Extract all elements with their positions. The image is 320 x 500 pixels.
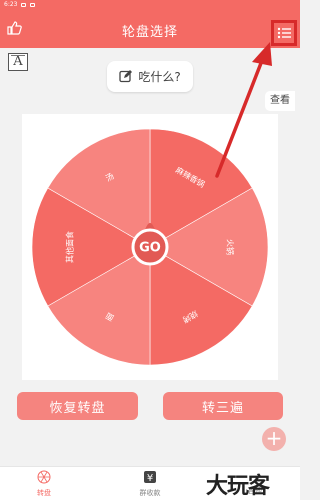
wheel-segment-label: 其他面食 xyxy=(64,231,74,263)
app-bar: 轮盘选择 xyxy=(0,9,300,48)
font-size-button[interactable]: A xyxy=(8,53,28,71)
wheel-icon xyxy=(37,470,51,484)
status-bar: 6:23 xyxy=(0,0,300,9)
wheel-segment-label: 火锅 xyxy=(226,239,236,255)
nav-label: 转盘 xyxy=(37,489,51,497)
status-time: 6:23 xyxy=(4,1,18,8)
svg-text:¥: ¥ xyxy=(147,473,153,484)
nav-item-wheel[interactable]: 转盘 xyxy=(19,470,69,498)
yen-icon: ¥ xyxy=(144,471,156,484)
topic-selector[interactable]: 吃什么? xyxy=(107,61,193,92)
font-size-label: A xyxy=(13,54,23,69)
notification-icon xyxy=(30,2,36,7)
watermark-logo: 大玩客 xyxy=(206,474,270,499)
topic-label: 吃什么? xyxy=(138,70,181,84)
nav-item-group-pay[interactable]: ¥ 群收款 xyxy=(125,470,175,498)
nav-label: 群收款 xyxy=(139,489,161,497)
edit-icon xyxy=(119,70,133,83)
view-button[interactable]: 查看 xyxy=(265,91,295,111)
spin-wheel[interactable]: 麻辣香锅火锅烧烤面其他面食汤GO xyxy=(22,114,278,380)
wheel-panel: 麻辣香锅 火锅 烧烤面其他面食汤 GO xyxy=(22,114,278,380)
add-button[interactable]: + xyxy=(262,427,286,451)
restore-wheel-button[interactable]: 恢复转盘 xyxy=(17,392,138,420)
notification-icon xyxy=(21,2,27,7)
list-icon xyxy=(277,27,291,39)
divider xyxy=(11,55,25,56)
page-title: 轮盘选择 xyxy=(121,25,178,40)
list-menu-button[interactable] xyxy=(271,20,297,46)
spin-three-times-button[interactable]: 转三遍 xyxy=(163,392,283,420)
go-label: GO xyxy=(139,241,161,256)
